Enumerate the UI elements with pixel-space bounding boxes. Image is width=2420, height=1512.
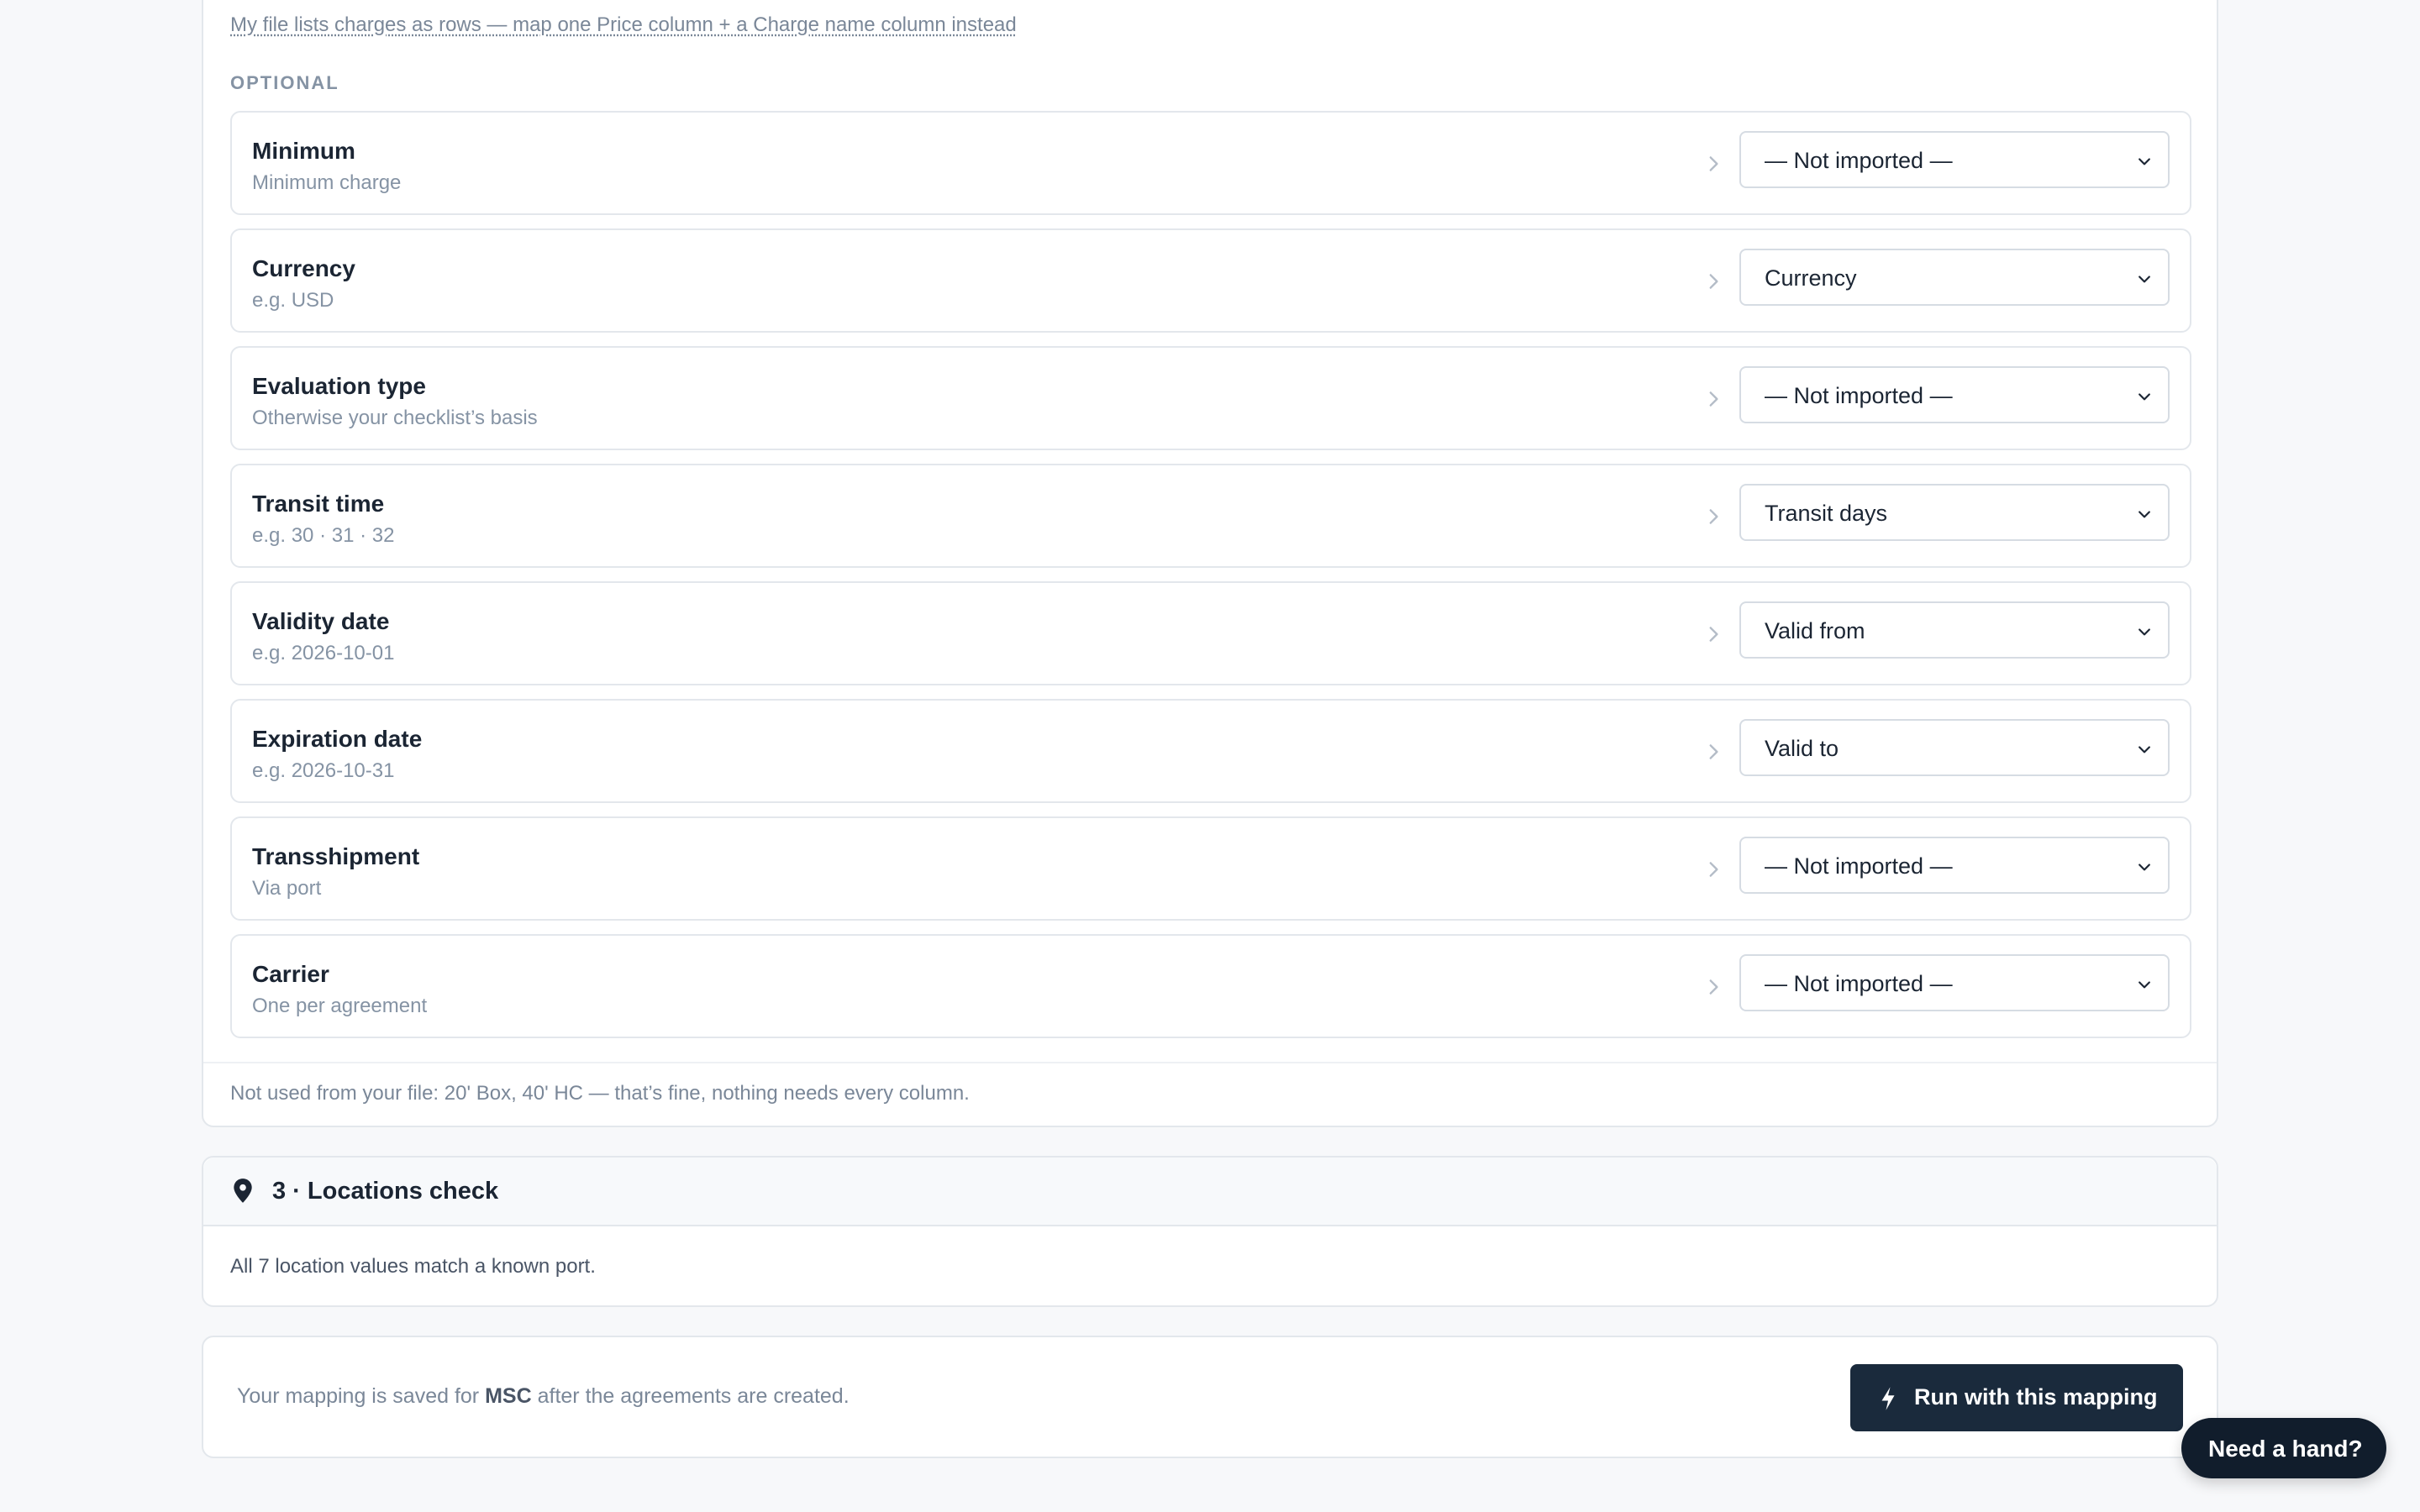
run-button-label: Run with this mapping	[1914, 1384, 2158, 1410]
locations-check-result: All 7 location values match a known port…	[230, 1255, 596, 1278]
field-row-carrier: Carrier One per agreement — Not imported…	[230, 934, 2191, 1038]
column-select-currency[interactable]: Currency	[1739, 249, 2170, 306]
chevron-right-icon	[1709, 156, 1718, 171]
chevron-down-icon	[2139, 158, 2150, 165]
field-row-validity-date: Validity date e.g. 2026-10-01 Valid from	[230, 581, 2191, 685]
field-hint: e.g. 2026-10-01	[252, 642, 395, 664]
column-select-evaluation-type[interactable]: — Not imported —	[1739, 366, 2170, 423]
field-hint: Via port	[252, 877, 322, 900]
map-pin-icon	[234, 1179, 252, 1203]
select-value: Transit days	[1765, 501, 1888, 526]
chevron-right-icon	[1709, 274, 1718, 289]
field-row-transshipment: Transshipment Via port — Not imported —	[230, 816, 2191, 921]
field-name: Currency	[252, 255, 355, 281]
need-a-hand-button[interactable]: Need a hand?	[2181, 1418, 2386, 1478]
chevron-right-icon	[1709, 391, 1718, 407]
column-select-minimum[interactable]: — Not imported —	[1739, 131, 2170, 188]
chevron-down-icon	[2139, 276, 2150, 283]
column-select-carrier[interactable]: — Not imported —	[1739, 954, 2170, 1011]
column-mapping-card: My file lists charges as rows — map one …	[202, 0, 2218, 1127]
chevron-right-icon	[1709, 744, 1718, 759]
column-select-validity-date[interactable]: Valid from	[1739, 601, 2170, 659]
select-value: — Not imported —	[1765, 148, 1953, 173]
chevron-right-icon	[1709, 979, 1718, 995]
field-name: Expiration date	[252, 726, 423, 752]
chevron-down-icon	[2139, 864, 2150, 871]
lightning-icon	[1881, 1387, 1895, 1410]
select-value: Valid from	[1765, 618, 1865, 643]
chevron-right-icon	[1709, 627, 1718, 642]
column-select-expiration-date[interactable]: Valid to	[1739, 719, 2170, 776]
chevron-down-icon	[2139, 393, 2150, 401]
save-note-prefix: Your mapping is saved for	[237, 1384, 480, 1408]
field-name: Carrier	[252, 961, 329, 987]
field-row-minimum: Minimum Minimum charge — Not imported —	[230, 111, 2191, 215]
locations-check-header: 3 · Locations check	[203, 1158, 2217, 1226]
chevron-right-icon	[1709, 509, 1718, 524]
field-row-currency: Currency e.g. USD Currency	[230, 228, 2191, 333]
locations-check-title: 3 · Locations check	[272, 1178, 499, 1205]
field-row-expiration-date: Expiration date e.g. 2026-10-31 Valid to	[230, 699, 2191, 803]
field-hint: Minimum charge	[252, 171, 402, 194]
optional-section-label: OPTIONAL	[230, 72, 339, 93]
field-hint: e.g. 2026-10-31	[252, 759, 395, 782]
field-name: Validity date	[252, 608, 390, 634]
field-row-evaluation-type: Evaluation type Otherwise your checklist…	[230, 346, 2191, 450]
field-hint: One per agreement	[252, 995, 428, 1017]
chevron-down-icon	[2139, 511, 2150, 518]
select-value: Valid to	[1765, 736, 1839, 761]
locations-check-card: 3 · Locations check All 7 location value…	[202, 1156, 2218, 1307]
mapping-saved-note: Your mapping is saved for MSC after the …	[237, 1384, 850, 1409]
field-name: Evaluation type	[252, 373, 426, 399]
chevron-down-icon	[2139, 628, 2150, 636]
charges-as-rows-link[interactable]: My file lists charges as rows — map one …	[230, 13, 1017, 37]
field-hint: Otherwise your checklist’s basis	[252, 407, 538, 429]
mapping-footer: Not used from your file: 20' Box, 40' HC…	[203, 1062, 2217, 1126]
field-row-transit-time: Transit time e.g. 30 · 31 · 32 Transit d…	[230, 464, 2191, 568]
field-hint: e.g. 30 · 31 · 32	[252, 524, 395, 547]
chevron-right-icon	[1709, 862, 1718, 877]
field-hint: e.g. USD	[252, 289, 334, 312]
field-name: Minimum	[252, 138, 355, 164]
run-action-card: Your mapping is saved for MSC after the …	[202, 1336, 2218, 1458]
help-button-label: Need a hand?	[2208, 1436, 2363, 1462]
column-select-transit-time[interactable]: Transit days	[1739, 484, 2170, 541]
run-with-mapping-button[interactable]: Run with this mapping	[1850, 1364, 2183, 1431]
unused-columns-note: Not used from your file: 20' Box, 40' HC…	[230, 1082, 970, 1105]
chevron-down-icon	[2139, 746, 2150, 753]
select-value: — Not imported —	[1765, 971, 1953, 996]
select-value: — Not imported —	[1765, 853, 1953, 879]
save-note-suffix: after the agreements are created.	[537, 1384, 850, 1408]
select-value: — Not imported —	[1765, 383, 1953, 408]
select-value: Currency	[1765, 265, 1857, 291]
field-name: Transshipment	[252, 843, 420, 869]
column-select-transshipment[interactable]: — Not imported —	[1739, 837, 2170, 894]
carrier-name: MSC	[485, 1384, 532, 1408]
chevron-down-icon	[2139, 981, 2150, 989]
optional-fields-list: Minimum Minimum charge — Not imported — …	[230, 111, 2191, 1052]
field-name: Transit time	[252, 491, 385, 517]
